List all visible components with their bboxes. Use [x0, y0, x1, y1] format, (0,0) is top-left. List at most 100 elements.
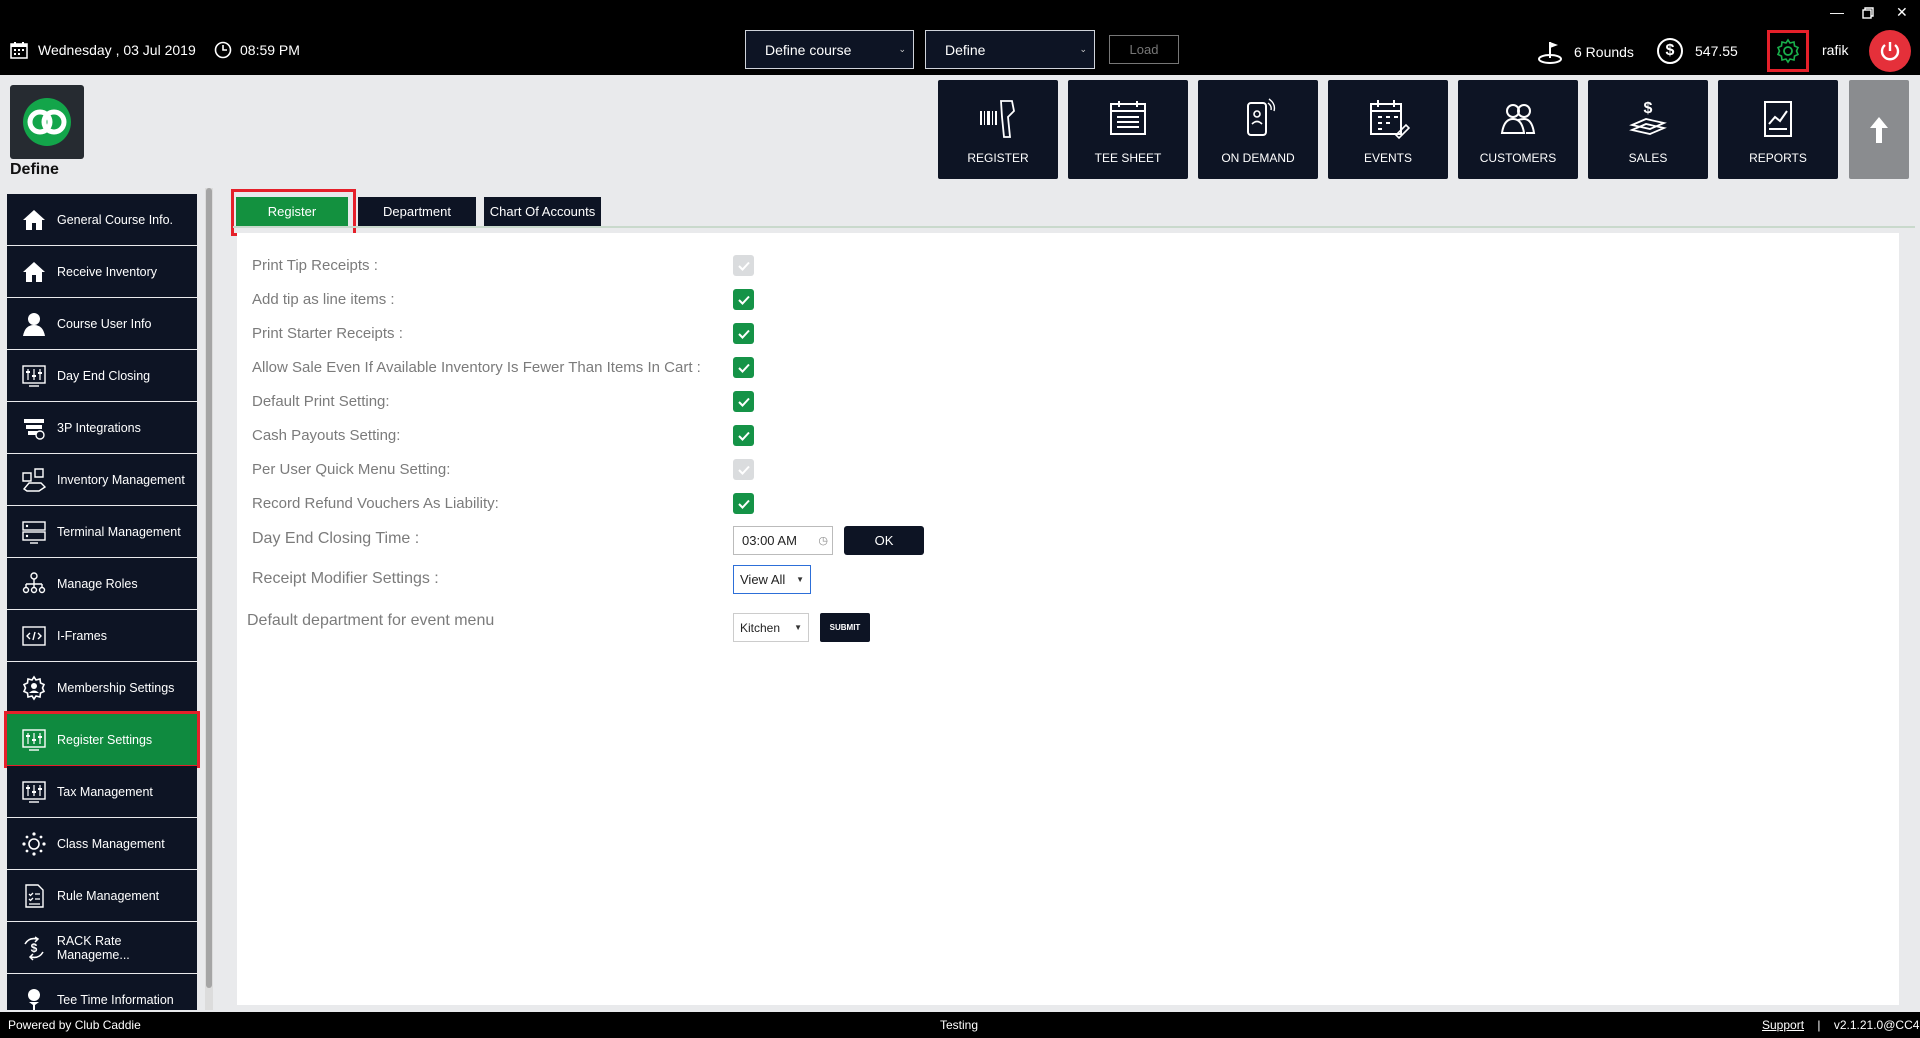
sidebar-item-membership-settings[interactable]: Membership Settings [7, 662, 197, 713]
check-icon [737, 465, 750, 475]
sidebar-item-label: I-Frames [57, 628, 107, 643]
tee-sheet-tile[interactable]: TEE SHEET [1068, 80, 1188, 179]
rounds-counter: 6 Rounds [1538, 40, 1634, 64]
integration-icon [19, 413, 49, 443]
allow-sale-checkbox[interactable] [733, 357, 754, 378]
sidebar-item-rule-management[interactable]: Rule Management [7, 870, 197, 921]
default-department-label: Default department for event menu [247, 612, 495, 629]
sidebar-item-course-user-info[interactable]: Course User Info [7, 298, 197, 349]
on-demand-tile[interactable]: ON DEMAND [1198, 80, 1318, 179]
ok-button[interactable]: OK [844, 526, 924, 555]
check-icon [737, 329, 750, 339]
minimize-icon[interactable]: — [1830, 4, 1844, 20]
customers-tile[interactable]: CUSTOMERS [1458, 80, 1578, 179]
code-icon [19, 621, 49, 651]
sidebar-item-3p-integrations[interactable]: 3P Integrations [7, 402, 197, 453]
sidebar-item-receive-inventory[interactable]: Receive Inventory [7, 246, 197, 297]
sidebar-item-class-management[interactable]: Class Management [7, 818, 197, 869]
define-select[interactable]: Define ⌄ [925, 30, 1095, 69]
sidebar-item-register-settings[interactable]: Register Settings [4, 711, 200, 768]
tile-label: ON DEMAND [1221, 151, 1295, 165]
print-tip-receipts-checkbox[interactable] [733, 255, 754, 276]
submit-button[interactable]: SUBMIT [820, 613, 870, 642]
inventory-icon [19, 465, 49, 495]
print-tip-receipts-label: Print Tip Receipts : [252, 257, 378, 274]
refund-vouchers-checkbox[interactable] [733, 493, 754, 514]
close-icon[interactable]: ✕ [1896, 4, 1908, 21]
sidebar-item-i-frames[interactable]: I-Frames [7, 610, 197, 661]
closing-time-input[interactable]: 03:00 AM ◷ [733, 526, 833, 555]
version-text: v2.1.21.0@CC4 [1833, 1018, 1920, 1032]
tile-label: EVENTS [1363, 151, 1412, 165]
arrow-up-icon [1870, 116, 1888, 143]
golf-tee-icon [19, 985, 49, 1010]
load-button[interactable]: Load [1109, 35, 1179, 64]
add-tip-line-items-checkbox[interactable] [733, 289, 754, 310]
print-starter-receipts-label: Print Starter Receipts : [252, 325, 403, 342]
check-icon [737, 431, 750, 441]
chevron-down-icon: ▼ [796, 575, 804, 584]
reports-tile[interactable]: REPORTS [1718, 80, 1838, 179]
sidebar-item-tee-time-information[interactable]: Tee Time Information [7, 974, 197, 1010]
terminal-icon [19, 517, 49, 547]
scrollbar-thumb[interactable] [206, 188, 212, 988]
top-bar: Wednesday , 03 Jul 2019 08:59 PM Define … [0, 0, 1920, 75]
report-icon [1764, 101, 1792, 137]
department-select[interactable]: Kitchen ▼ [733, 613, 809, 642]
sidebar-item-label: Membership Settings [57, 680, 175, 695]
clock-icon: ◷ [818, 535, 828, 547]
tile-label: CUSTOMERS [1479, 151, 1557, 165]
support-link[interactable]: Support [1762, 1018, 1804, 1032]
course-select[interactable]: Define course ⌄ [745, 30, 914, 69]
footer: Powered by Club Caddie Testing Support |… [0, 1012, 1920, 1038]
user-icon [19, 309, 49, 339]
course-select-value: Define course [765, 41, 852, 58]
sidebar-scrollbar[interactable] [205, 188, 213, 1010]
logout-button[interactable] [1869, 30, 1911, 72]
date-display: Wednesday , 03 Jul 2019 [10, 41, 196, 59]
hierarchy-icon [19, 569, 49, 599]
per-user-quick-menu-checkbox[interactable] [733, 459, 754, 480]
check-icon [737, 363, 750, 373]
settings-button[interactable] [1767, 30, 1809, 72]
time-display: 08:59 PM [214, 41, 300, 59]
tile-label: SALES [1628, 151, 1668, 165]
power-icon [1880, 42, 1900, 61]
username[interactable]: rafik [1822, 42, 1848, 58]
svg-text:$: $ [31, 941, 38, 955]
sidebar-item-general-course-info[interactable]: General Course Info. [7, 194, 197, 245]
print-starter-receipts-checkbox[interactable] [733, 323, 754, 344]
sidebar-item-manage-roles[interactable]: Manage Roles [7, 558, 197, 609]
dollar-icon: $ [1657, 38, 1683, 64]
tile-label: TEE SHEET [1094, 151, 1162, 165]
chevron-down-icon: ▼ [794, 623, 802, 632]
sidebar-item-day-end-closing[interactable]: Day End Closing [7, 350, 197, 401]
chevron-down-icon: ⌄ [898, 44, 906, 54]
restore-icon[interactable] [1862, 6, 1874, 22]
default-print-setting-checkbox[interactable] [733, 391, 754, 412]
page-title: Define [10, 161, 59, 178]
clock-icon [214, 41, 232, 59]
sidebar-item-label: Terminal Management [57, 524, 181, 539]
club-caddie-logo-icon [23, 98, 71, 146]
sidebar-item-rack-rate-management[interactable]: $ RACK Rate Manageme... [7, 922, 197, 973]
tab-chart-of-accounts[interactable]: Chart Of Accounts [484, 197, 601, 226]
sheet-icon [1110, 101, 1146, 135]
tab-department[interactable]: Department [358, 197, 476, 226]
sidebar-item-tax-management[interactable]: Tax Management [7, 766, 197, 817]
scroll-top-button[interactable] [1849, 80, 1909, 179]
sidebar-item-inventory-management[interactable]: Inventory Management [7, 454, 197, 505]
register-tile[interactable]: REGISTER [938, 80, 1058, 179]
cash-payouts-checkbox[interactable] [733, 425, 754, 446]
per-user-quick-menu-label: Per User Quick Menu Setting: [252, 461, 451, 478]
date-text: Wednesday , 03 Jul 2019 [38, 42, 196, 58]
sales-tile[interactable]: $ SALES [1588, 80, 1708, 179]
events-tile[interactable]: EVENTS [1328, 80, 1448, 179]
receipt-modifier-select[interactable]: View All ▼ [733, 565, 811, 594]
sidebar-item-terminal-management[interactable]: Terminal Management [7, 506, 197, 557]
cash-payouts-label: Cash Payouts Setting: [252, 427, 401, 444]
footer-separator: | [1817, 1018, 1821, 1032]
chevron-down-icon: ⌄ [1079, 44, 1087, 54]
active-tab-highlight [231, 189, 356, 236]
sidebar-item-label: Class Management [57, 836, 165, 851]
